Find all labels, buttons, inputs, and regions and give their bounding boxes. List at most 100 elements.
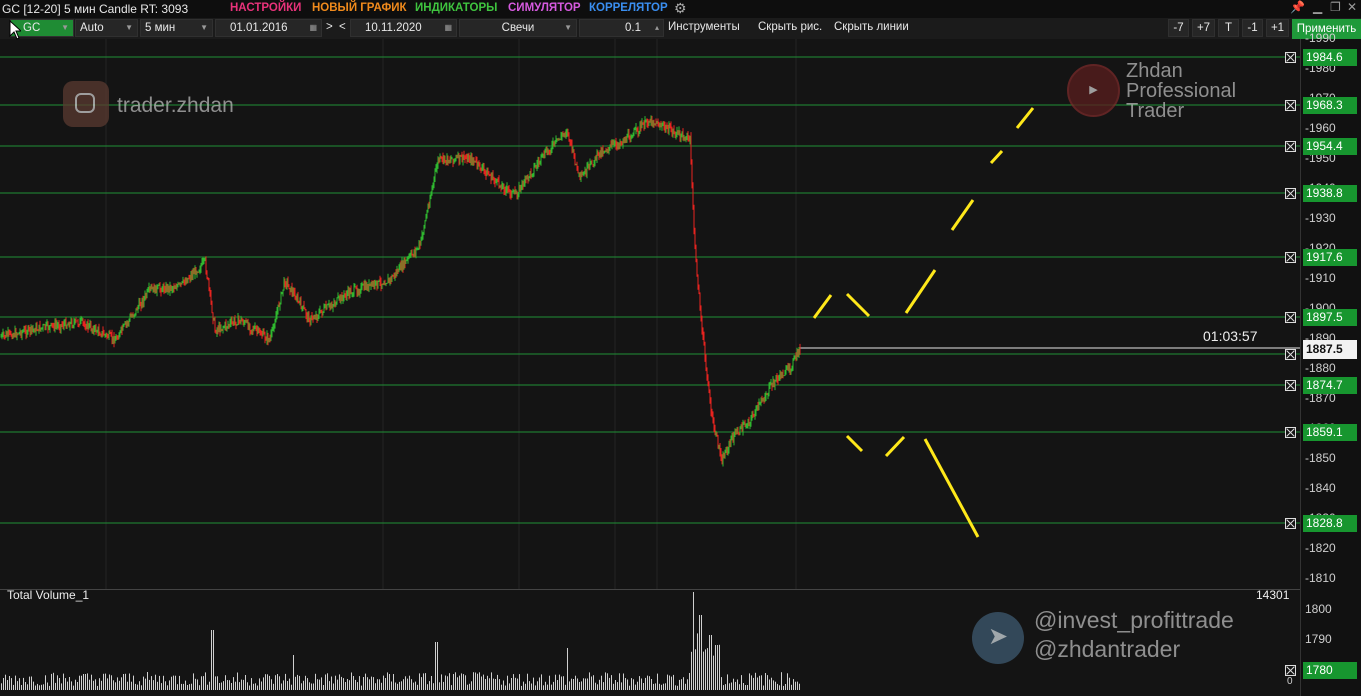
volume-bar xyxy=(411,679,412,690)
remove-level-icon[interactable] xyxy=(1285,312,1296,323)
prev-button[interactable]: < xyxy=(339,19,349,37)
next-button[interactable]: > xyxy=(326,19,336,37)
projection-lines[interactable] xyxy=(812,107,1035,538)
tools-button[interactable]: Инструменты xyxy=(668,19,748,37)
volume-bar xyxy=(435,642,436,690)
volume-bar xyxy=(115,682,116,690)
volume-bar xyxy=(531,683,532,690)
volume-bar xyxy=(747,685,748,690)
date-to-value: 10.11.2020 xyxy=(365,22,422,34)
volume-bar xyxy=(327,673,328,690)
volume-bar xyxy=(235,681,236,690)
scale-select[interactable]: Auto ▼ xyxy=(75,19,138,37)
volume-bar xyxy=(605,672,606,690)
minus-7-button[interactable]: -7 xyxy=(1168,19,1189,37)
menu-settings[interactable]: НАСТРОЙКИ xyxy=(230,2,301,14)
hide-drawings-button[interactable]: Скрыть рис. xyxy=(758,19,828,37)
volume-bar xyxy=(191,683,192,690)
date-to-field[interactable]: 10.11.2020 ▦ xyxy=(350,19,457,37)
volume-bar xyxy=(533,677,534,690)
volume-bar xyxy=(17,681,18,690)
date-from-field[interactable]: 01.01.2016 ▦ xyxy=(215,19,322,37)
volume-bar xyxy=(37,683,38,690)
volume-bar xyxy=(311,683,312,690)
volume-bar xyxy=(563,676,564,690)
volume-bar xyxy=(265,674,266,690)
volume-bar xyxy=(505,685,506,690)
volume-bar xyxy=(189,684,190,690)
remove-level-icon[interactable] xyxy=(1285,518,1296,529)
plus-7-button[interactable]: +7 xyxy=(1192,19,1215,37)
volume-bar xyxy=(685,683,686,690)
remove-level-icon[interactable] xyxy=(1285,380,1296,391)
minus-1-button[interactable]: -1 xyxy=(1242,19,1263,37)
volume-bar xyxy=(171,676,172,690)
t-button[interactable]: T xyxy=(1218,19,1239,37)
volume-bar xyxy=(145,678,146,690)
volume-bar xyxy=(319,679,320,690)
menu-simulator[interactable]: СИМУЛЯТОР xyxy=(508,2,581,14)
volume-bar xyxy=(537,681,538,690)
volume-bar xyxy=(211,630,212,690)
price-level-label: 1917.6 xyxy=(1303,249,1357,266)
calendar-icon: ▦ xyxy=(444,23,452,32)
remove-current-level-icon[interactable] xyxy=(1285,349,1296,360)
price-tick: -1910 xyxy=(1305,271,1336,285)
volume-bar xyxy=(57,675,58,690)
volume-bar xyxy=(619,673,620,690)
menu-correlator[interactable]: КОРРЕЛЯТОР xyxy=(589,2,668,14)
volume-bars xyxy=(1,592,800,690)
volume-bar xyxy=(29,676,30,690)
volume-bar xyxy=(687,679,688,690)
youtube-icon: ▶ xyxy=(1067,64,1120,117)
volume-bar xyxy=(485,679,486,690)
volume-bar xyxy=(509,683,510,690)
volume-bar xyxy=(117,677,118,690)
menu-indicators[interactable]: ИНДИКАТОРЫ xyxy=(415,2,497,14)
volume-bar xyxy=(707,648,708,690)
gears-icon[interactable]: ⚙ xyxy=(674,0,687,17)
volume-bar xyxy=(101,680,102,690)
volume-bar xyxy=(377,679,378,690)
volume-bar xyxy=(497,674,498,690)
plus-1-button[interactable]: +1 xyxy=(1266,19,1289,37)
remove-level-icon[interactable] xyxy=(1285,252,1296,263)
volume-bar xyxy=(649,676,650,690)
volume-bar xyxy=(767,675,768,690)
menu-new-chart[interactable]: НОВЫЙ ГРАФИК xyxy=(312,2,407,14)
volume-bar xyxy=(581,681,582,690)
volume-bar xyxy=(713,655,714,690)
volume-bar xyxy=(287,681,288,690)
volume-bar xyxy=(113,680,114,690)
remove-level-icon[interactable] xyxy=(1285,100,1296,111)
volume-bar xyxy=(759,675,760,690)
price-tick: -1990 xyxy=(1305,31,1336,45)
hide-lines-button[interactable]: Скрыть линии xyxy=(834,19,914,37)
price-tick: -1840 xyxy=(1305,481,1336,495)
remove-level-icon[interactable] xyxy=(1285,52,1296,63)
remove-volume-level-icon[interactable] xyxy=(1285,665,1296,676)
volume-bar xyxy=(787,673,788,690)
timeframe-select[interactable]: 5 мин ▼ xyxy=(140,19,213,37)
volume-bar xyxy=(545,681,546,690)
volume-bar xyxy=(271,679,272,690)
volume-bar xyxy=(543,685,544,690)
volume-label: Total Volume_1 xyxy=(7,588,90,602)
volume-bar xyxy=(269,675,270,690)
date-from-value: 01.01.2016 xyxy=(230,22,288,34)
chart-type-select[interactable]: Свечи ▼ xyxy=(459,19,577,37)
remove-level-icon[interactable] xyxy=(1285,141,1296,152)
price-chart[interactable] xyxy=(0,39,1300,589)
remove-level-icon[interactable] xyxy=(1285,188,1296,199)
volume-bar xyxy=(637,681,638,690)
volume-bar xyxy=(633,679,634,690)
restore-icon[interactable]: ❐ xyxy=(1330,0,1341,14)
volume-bar xyxy=(501,684,502,690)
minimize-icon[interactable]: ▁ xyxy=(1313,0,1322,14)
tick-size-field[interactable]: 0.1 ▴ xyxy=(579,19,664,37)
pin-icon[interactable]: 📌 xyxy=(1290,0,1305,14)
current-price-label: 1887.5 xyxy=(1303,340,1357,359)
close-icon[interactable]: ✕ xyxy=(1347,0,1357,14)
remove-level-icon[interactable] xyxy=(1285,427,1296,438)
volume-bar xyxy=(405,676,406,690)
